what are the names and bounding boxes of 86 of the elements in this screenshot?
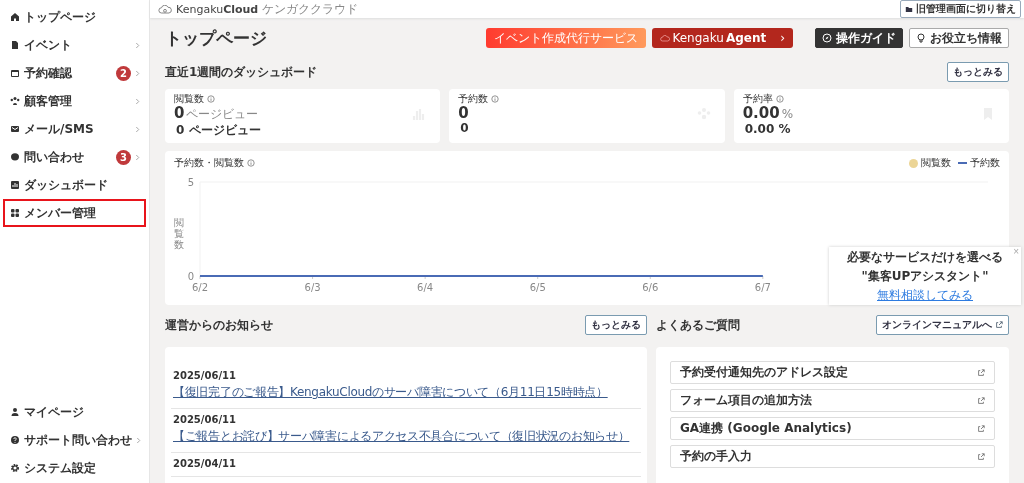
sidebar-item[interactable]: メンバー管理	[3, 199, 146, 227]
sidebar-item[interactable]: ダッシュボード	[3, 171, 146, 199]
lightbulb-icon	[916, 33, 926, 43]
stat-subvalue: 0	[460, 121, 470, 135]
stat-label: 閲覧数	[174, 92, 204, 106]
document-icon	[10, 40, 20, 50]
logo-subtitle: ケンガククラウド	[262, 0, 359, 18]
stat-value: 0	[174, 106, 185, 121]
sidebar-item[interactable]: イベント	[3, 31, 146, 59]
guide-button[interactable]: 操作ガイド	[815, 28, 903, 48]
x-tick-label: 6/5	[529, 282, 546, 293]
sidebar-item[interactable]: システム設定	[3, 454, 146, 482]
more-button[interactable]: もっとみる	[585, 315, 647, 335]
home-icon	[10, 12, 20, 22]
notice-date: 2025/04/11	[173, 458, 237, 469]
count-badge: 2	[116, 65, 131, 81]
notice-link[interactable]: 【復旧完了のご報告】KengakuCloudのサーバ障害について（6月11日15時時点）	[173, 384, 639, 401]
x-tick-label: 6/6	[642, 282, 659, 293]
sidebar-item[interactable]: 問い合わせ 3	[3, 143, 146, 171]
stat-subvalue: 0.00 %	[744, 122, 792, 136]
sidebar-item[interactable]: 予約確認 2	[3, 59, 146, 87]
consult-link[interactable]: 無料相談してみる	[877, 286, 973, 304]
faq-item[interactable]: GA連携 (Google Analytics)	[670, 417, 995, 440]
stat-value: 0.00	[742, 106, 780, 121]
settings-icon	[10, 463, 20, 473]
faq-item[interactable]: フォーム項目の追加方法	[670, 389, 995, 412]
sidebar-item[interactable]: トップページ	[3, 3, 146, 31]
calendar-icon	[10, 68, 20, 78]
external-link-icon	[977, 368, 985, 377]
external-link-icon	[977, 452, 985, 461]
promo-button[interactable]: Kengaku Agent ›	[652, 28, 793, 48]
count-badge: 3	[116, 149, 131, 165]
notice-date: 2025/06/11	[173, 370, 237, 381]
sidebar-item[interactable]: メール/SMS	[3, 115, 146, 143]
tips-button[interactable]: お役立ち情報	[909, 28, 1009, 48]
info-icon	[207, 95, 215, 103]
stat-subvalue: 0 ページビュー	[176, 122, 262, 139]
section-heading: よくあるご質問	[656, 316, 740, 334]
y-axis-label: 閲覧数	[174, 216, 184, 250]
mail-icon	[10, 124, 20, 134]
faq-item[interactable]: 予約の手入力	[670, 445, 995, 468]
external-link-icon	[977, 424, 985, 433]
page-title: トップページ	[165, 26, 267, 50]
legend-label: 予約数	[970, 156, 1000, 170]
external-link-icon	[977, 396, 985, 405]
grid-icon	[10, 208, 20, 218]
stat-label: 予約数	[458, 92, 489, 106]
stat-label: 予約率	[742, 92, 773, 106]
x-tick-label: 6/2	[191, 282, 209, 293]
external-link-icon	[995, 321, 1003, 329]
notice-link[interactable]: 【ご報告とお詫び】サーバ障害によるアクセス不具合について（復旧状況のお知らせ）	[173, 428, 639, 445]
notice-date: 2025/06/11	[173, 414, 237, 425]
legend-label: 閲覧数	[921, 156, 951, 170]
info-icon	[491, 95, 500, 103]
sidebar-item[interactable]: サポート問い合わせ	[3, 426, 146, 454]
cloud-logo-icon	[158, 4, 172, 14]
info-icon	[775, 95, 784, 103]
popup-text: "集客UPアシスタント"	[861, 267, 989, 285]
bar-chart-icon	[10, 180, 20, 190]
x-tick-label: 6/7	[754, 282, 771, 293]
sidebar-item[interactable]: 顧客管理	[3, 87, 146, 115]
compass-icon	[822, 33, 832, 43]
stat-unit: %	[781, 107, 794, 122]
popup-text: 必要なサービスだけを選べる	[847, 248, 1003, 266]
speech-bubble-icon	[10, 152, 20, 162]
logo-text: KengakuCloud	[176, 2, 259, 16]
chart-title: 予約数・閲覧数	[174, 156, 244, 170]
y-tick-label: 5	[187, 177, 194, 188]
more-button[interactable]: もっとみる	[947, 62, 1009, 82]
manual-button[interactable]: オンラインマニュアルへ	[876, 315, 1009, 335]
info-icon	[247, 159, 255, 167]
folder-icon	[905, 5, 913, 13]
x-tick-label: 6/3	[304, 282, 321, 293]
people-icon	[10, 96, 20, 106]
section-heading: 運営からのお知らせ	[165, 316, 273, 334]
y-tick-label: 0	[187, 271, 194, 282]
x-tick-label: 6/4	[417, 282, 434, 293]
faq-item[interactable]: 予約受付通知先のアドレス設定	[670, 361, 995, 384]
stat-value: 0	[458, 106, 469, 121]
stat-unit: ページビュー	[186, 107, 259, 122]
user-icon	[10, 407, 20, 417]
sidebar-item[interactable]: マイページ	[3, 398, 146, 426]
switch-admin-button[interactable]: 旧管理画面に切り替え	[900, 0, 1021, 18]
section-heading: 直近1週間のダッシュボード	[165, 63, 318, 81]
help-icon	[10, 435, 20, 445]
cloud-logo-icon	[660, 34, 671, 42]
